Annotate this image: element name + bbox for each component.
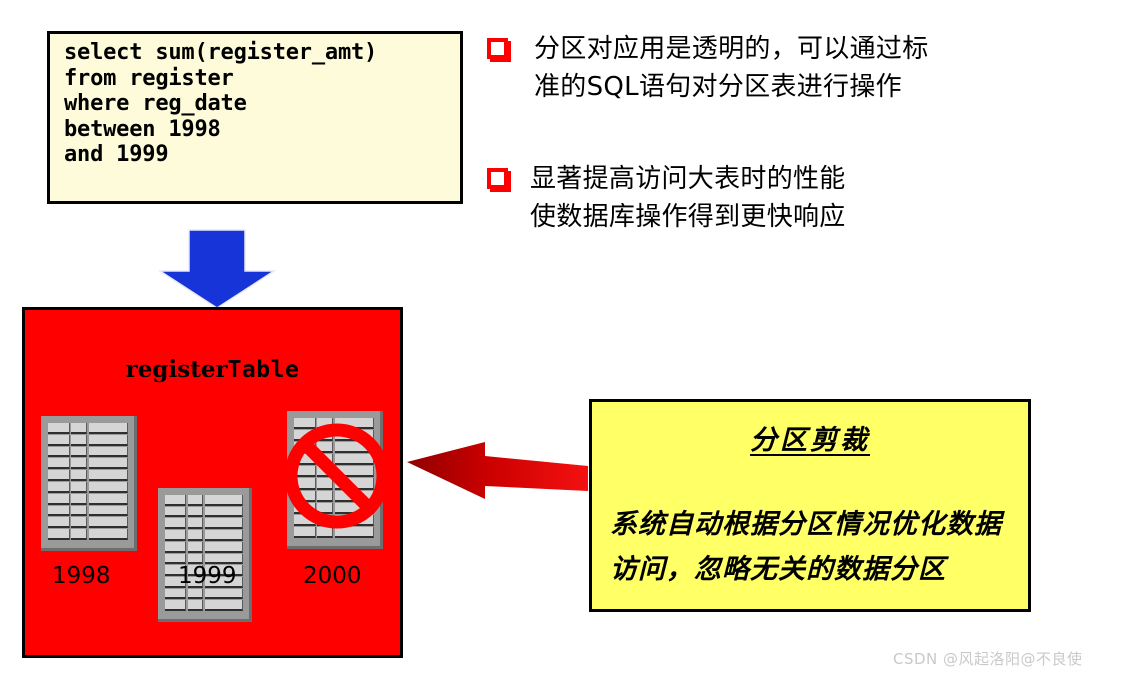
bullet-item-performance: 显著提高访问大表时的性能 使数据库操作得到更快响应 (487, 160, 846, 236)
partition-pruning-callout: 分区剪裁 系统自动根据分区情况优化数据访问，忽略无关的数据分区 (589, 399, 1031, 612)
sql-line: and 1999 (64, 142, 169, 167)
left-arrow-icon (407, 442, 588, 499)
register-table-title: registerTable (25, 356, 400, 383)
bullet-item-transparency: 分区对应用是透明的，可以通过标 准的SQL语句对分区表进行操作 (487, 30, 929, 106)
partition-table-icon-2000 (287, 411, 383, 549)
partition-table-icon-1999 (158, 488, 252, 622)
csdn-watermark: CSDN @风起洛阳@不良使 (893, 650, 1083, 668)
sql-line: select sum(register_amt) (64, 40, 378, 65)
partition-year-label-1998: 1998 (52, 563, 111, 589)
bullet-text: 显著提高访问大表时的性能 使数据库操作得到更快响应 (530, 164, 846, 232)
sql-line: from register (64, 65, 234, 91)
register-title-serif: register (125, 356, 228, 383)
partition-table-icon-1998 (41, 416, 137, 551)
register-table-diagram: registerTable 1998 1999 2000 (22, 307, 403, 658)
sql-line: between 1998 (64, 116, 221, 142)
register-title-mono: Table (227, 357, 300, 383)
partition-year-label-2000: 2000 (303, 563, 362, 589)
callout-body: 系统自动根据分区情况优化数据访问，忽略无关的数据分区 (610, 509, 1002, 585)
down-arrow-icon (158, 229, 276, 309)
sql-line: where reg_date (64, 91, 247, 116)
red-square-bullet-icon (487, 168, 508, 189)
slide-canvas: select sum(register_amt) from register w… (0, 0, 1131, 680)
partition-year-label-1999: 1999 (178, 563, 237, 589)
callout-title: 分区剪裁 (750, 425, 870, 456)
bullet-text: 分区对应用是透明的，可以通过标 准的SQL语句对分区表进行操作 (534, 34, 929, 102)
red-square-bullet-icon (487, 38, 508, 59)
sql-query-box: select sum(register_amt) from register w… (47, 31, 463, 204)
